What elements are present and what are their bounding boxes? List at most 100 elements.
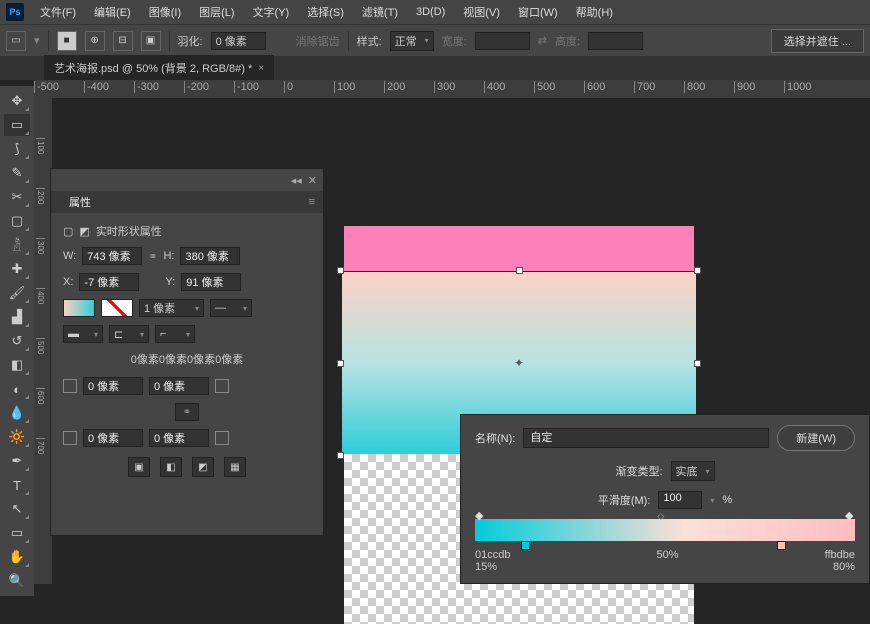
- panel-menu-icon[interactable]: ≡: [309, 196, 323, 208]
- menu-view[interactable]: 视图(V): [455, 1, 508, 23]
- menu-image[interactable]: 图像(I): [141, 1, 189, 23]
- crop-tool[interactable]: ✂: [4, 186, 30, 208]
- handle-mid-right[interactable]: [694, 360, 701, 367]
- link-wh-icon[interactable]: ⚭: [148, 250, 157, 263]
- handle-top-right[interactable]: [694, 267, 701, 274]
- x-input[interactable]: -7 像素: [79, 273, 139, 291]
- pen-tool[interactable]: ✒: [4, 450, 30, 472]
- marquee-tool-icon[interactable]: ▭: [6, 31, 26, 51]
- menu-window[interactable]: 窗口(W): [510, 1, 566, 23]
- feather-input[interactable]: 0 像素: [211, 32, 266, 50]
- handle-mid-left[interactable]: [337, 360, 344, 367]
- tab-close-icon[interactable]: ×: [258, 63, 264, 74]
- hand-tool[interactable]: ✋: [4, 546, 30, 568]
- caps-select[interactable]: ⊏: [109, 325, 149, 343]
- add-selection-icon[interactable]: ⊕: [85, 31, 105, 51]
- link-corners-icon[interactable]: ⚭: [175, 403, 199, 421]
- stroke-swatch[interactable]: [101, 299, 133, 317]
- menu-type[interactable]: 文字(Y): [245, 1, 298, 23]
- marquee-tool[interactable]: ▭: [4, 114, 30, 136]
- menu-3d[interactable]: 3D(D): [408, 3, 453, 21]
- feather-label: 羽化:: [178, 33, 203, 49]
- color-stop-right[interactable]: [777, 541, 787, 553]
- brush-tool[interactable]: 🖌: [4, 282, 30, 304]
- menu-filter[interactable]: 滤镜(T): [354, 1, 406, 23]
- gradient-editor: 名称(N): 自定 新建(W) 渐变类型: 实底 平滑度(M): 100 ▾ %…: [460, 414, 870, 584]
- menu-bar: Ps 文件(F) 编辑(E) 图像(I) 图层(L) 文字(Y) 选择(S) 滤…: [0, 0, 870, 24]
- stroke-type-select[interactable]: —: [210, 299, 252, 317]
- panel-collapse-icon[interactable]: ◂◂: [291, 174, 302, 187]
- gradient-name-label: 名称(N):: [475, 430, 515, 446]
- move-tool[interactable]: ✥: [4, 90, 30, 112]
- corner-bl-input[interactable]: 0 像素: [83, 429, 143, 447]
- corner-tl-input[interactable]: 0 像素: [83, 377, 143, 395]
- gradient-type-select[interactable]: 实底: [671, 461, 715, 481]
- smoothness-input[interactable]: 100: [658, 491, 702, 509]
- height-h-label: H:: [163, 250, 174, 262]
- subtract-selection-icon[interactable]: ⊟: [113, 31, 133, 51]
- opacity-stop-right[interactable]: ◆: [845, 509, 855, 519]
- opacity-stop-left[interactable]: ◆: [475, 509, 485, 519]
- gradient-name-input[interactable]: 自定: [523, 428, 769, 448]
- stroke-width-input[interactable]: 1 像素: [139, 299, 204, 317]
- midpoint-marker[interactable]: ◇: [657, 511, 664, 522]
- fill-swatch[interactable]: [63, 299, 95, 317]
- pathop-intersect-icon[interactable]: ◩: [192, 457, 214, 477]
- menu-select[interactable]: 选择(S): [299, 1, 352, 23]
- blur-tool[interactable]: 💧: [4, 402, 30, 424]
- document-tab[interactable]: 艺术海报.psd @ 50% (背景 2, RGB/8#) * ×: [44, 55, 274, 80]
- gradient-new-button[interactable]: 新建(W): [777, 425, 855, 451]
- handle-top-mid[interactable]: [516, 267, 523, 274]
- stamp-tool[interactable]: ▟: [4, 306, 30, 328]
- options-bar: ▭ ▾ ■ ⊕ ⊟ ▣ 羽化: 0 像素 消除锯齿 样式: 正常 宽度: ⇄ 高…: [0, 24, 870, 56]
- gradient-tool[interactable]: ◐: [4, 378, 30, 400]
- menu-help[interactable]: 帮助(H): [568, 1, 621, 23]
- corner-tr-input[interactable]: 0 像素: [149, 377, 209, 395]
- lasso-tool[interactable]: ⟆: [4, 138, 30, 160]
- corner-tr-check[interactable]: [215, 379, 229, 393]
- frame-tool[interactable]: ▢: [4, 210, 30, 232]
- gradient-type-label: 渐变类型:: [615, 463, 662, 479]
- workspace: 艺术海报.psd @ 50% (背景 2, RGB/8#) * × -500-4…: [0, 56, 870, 584]
- gradient-bar[interactable]: ◆ ◆ ◇: [475, 519, 855, 541]
- document-tabbar: 艺术海报.psd @ 50% (背景 2, RGB/8#) * ×: [0, 56, 870, 80]
- corner-tl-check[interactable]: [63, 379, 77, 393]
- corner-bl-check[interactable]: [63, 431, 77, 445]
- y-input[interactable]: 91 像素: [181, 273, 241, 291]
- eyedropper-tool[interactable]: 𓁴: [4, 234, 30, 256]
- shape-tool[interactable]: ▭: [4, 522, 30, 544]
- align-select[interactable]: ▬: [63, 325, 103, 343]
- app-logo: Ps: [6, 3, 24, 21]
- dodge-tool[interactable]: 🔆: [4, 426, 30, 448]
- corner-br-input[interactable]: 0 像素: [149, 429, 209, 447]
- width-input[interactable]: 743 像素: [82, 247, 142, 265]
- pathop-exclude-icon[interactable]: ▦: [224, 457, 246, 477]
- type-tool[interactable]: T: [4, 474, 30, 496]
- healing-tool[interactable]: ✚: [4, 258, 30, 280]
- menu-file[interactable]: 文件(F): [32, 1, 84, 23]
- corner-br-check[interactable]: [215, 431, 229, 445]
- eraser-tool[interactable]: ◧: [4, 354, 30, 376]
- menu-layer[interactable]: 图层(L): [191, 1, 242, 23]
- color-stop-left[interactable]: [521, 541, 531, 553]
- pathop-combine-icon[interactable]: ▣: [128, 457, 150, 477]
- corners-select[interactable]: ⌐: [155, 325, 195, 343]
- handle-bot-left[interactable]: [337, 452, 344, 459]
- height-input[interactable]: 380 像素: [180, 247, 240, 265]
- height-label: 高度:: [555, 33, 580, 49]
- panel-close-icon[interactable]: ✕: [308, 174, 317, 187]
- panel-tab-properties[interactable]: 属性: [61, 190, 99, 214]
- pathop-subtract-icon[interactable]: ◧: [160, 457, 182, 477]
- handle-top-left[interactable]: [337, 267, 344, 274]
- intersect-selection-icon[interactable]: ▣: [141, 31, 161, 51]
- path-select-tool[interactable]: ↖: [4, 498, 30, 520]
- quick-select-tool[interactable]: ✎: [4, 162, 30, 184]
- shape-icon: ▢: [63, 225, 73, 238]
- new-selection-icon[interactable]: ■: [57, 31, 77, 51]
- style-select[interactable]: 正常: [390, 31, 434, 51]
- select-and-mask-button[interactable]: 选择并遮住 ...: [771, 29, 864, 53]
- menu-edit[interactable]: 编辑(E): [86, 1, 139, 23]
- zoom-tool[interactable]: 🔍: [4, 570, 30, 592]
- ruler-horizontal: -500-400-300-200-10001002003004005006007…: [34, 80, 870, 98]
- history-brush-tool[interactable]: ↺: [4, 330, 30, 352]
